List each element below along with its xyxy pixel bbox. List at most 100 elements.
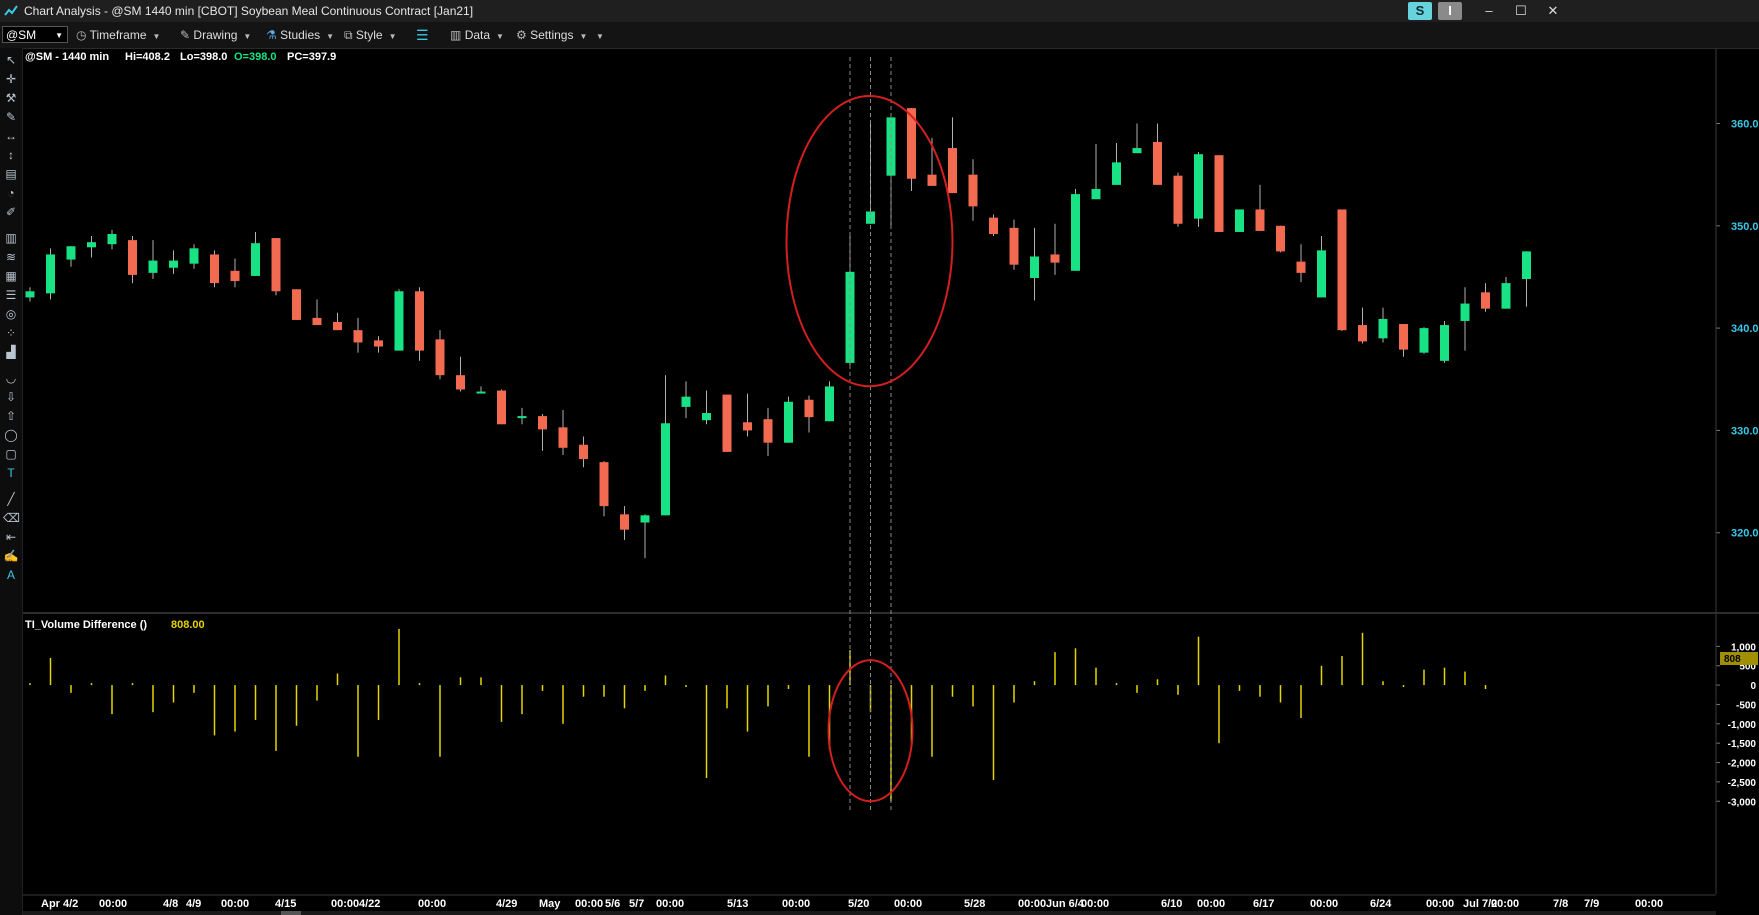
candle-body: [1337, 209, 1347, 331]
select-arrow-icon[interactable]: ↖: [3, 52, 19, 68]
volume-tick-label: -3,000: [1728, 797, 1757, 808]
indicator-value-badge: 808: [1724, 654, 1741, 665]
pencil-icon[interactable]: ✎: [3, 109, 19, 125]
circle-arc-icon[interactable]: ◔: [3, 185, 19, 201]
volume-tick-label: -1,000: [1728, 720, 1757, 731]
magic-pencil-icon[interactable]: ✍: [3, 548, 19, 564]
brush-icon[interactable]: ✐: [3, 204, 19, 220]
horizontal-arrow-icon[interactable]: ↔: [3, 128, 19, 144]
indicator-name-label: TI_Volume Difference (): [25, 619, 147, 631]
candle-body: [1419, 328, 1429, 353]
timeframe-menu[interactable]: ◷ Timeframe ▼: [76, 22, 160, 48]
more-button[interactable]: ▼: [596, 22, 604, 48]
eraser-icon[interactable]: ⌫: [3, 510, 20, 526]
candle-body: [948, 148, 957, 194]
spiral-icon[interactable]: ◎: [3, 306, 19, 322]
left-arrow-icon[interactable]: ⇤: [3, 529, 19, 545]
curve-icon[interactable]: ◡: [3, 370, 19, 386]
settings-menu[interactable]: ⚙ Settings ▼: [516, 22, 587, 48]
wrench-icon[interactable]: ⚒: [3, 90, 19, 106]
candle: [825, 381, 834, 422]
price-prevclose-label: PC=397.9: [287, 51, 336, 63]
time-axis-label: 4/9: [186, 898, 201, 910]
arrow-down-icon[interactable]: ⇩: [3, 389, 19, 405]
candle: [1235, 209, 1244, 232]
candle-body: [1132, 148, 1142, 154]
candle-body: [968, 174, 978, 207]
minimize-button[interactable]: –: [1472, 0, 1506, 22]
dots-icon[interactable]: ⁘: [3, 325, 19, 341]
ellipse-icon[interactable]: ◯: [3, 427, 19, 443]
time-axis-label: 00:00: [1491, 898, 1519, 910]
clock-icon: ◷: [76, 28, 87, 42]
candle-body: [661, 423, 670, 516]
candle-body: [1091, 188, 1101, 200]
candle-body: [1296, 261, 1306, 273]
candle-body: [1255, 209, 1265, 231]
crosshair-icon[interactable]: ✛: [3, 71, 19, 87]
candle-body: [1522, 251, 1531, 280]
candle-body: [1009, 227, 1019, 265]
candle-body: [1399, 324, 1408, 350]
candle-body: [230, 270, 240, 282]
scrollbar-thumb[interactable]: [281, 911, 301, 915]
time-axis-label: 6/10: [1161, 898, 1182, 910]
indicator-value-label: 808.00: [171, 619, 205, 631]
bars-icon[interactable]: ▥: [3, 230, 19, 246]
candle-body: [189, 248, 199, 264]
channel-icon[interactable]: ▤: [3, 166, 19, 182]
layout-button[interactable]: ☰: [416, 22, 429, 48]
time-axis-label: 5/13: [727, 898, 748, 910]
candle-body: [148, 260, 158, 273]
drawing-menu[interactable]: ✎ Drawing ▼: [180, 22, 251, 48]
data-label: Data: [464, 28, 491, 42]
time-axis-label: 7/9: [1584, 898, 1599, 910]
grid-icon[interactable]: ▦: [3, 268, 19, 284]
caret-icon: ▼: [388, 32, 397, 41]
time-axis-label: 4/29: [496, 898, 517, 910]
volume-tick: 0: [1716, 681, 1756, 692]
maximize-button[interactable]: ☐: [1504, 0, 1538, 22]
arrow-up-icon[interactable]: ⇧: [3, 408, 19, 424]
time-axis: Apr 4/2 00:00 4/8 4/9 00:00 4/15 00:00 4/22 00:0…: [23, 894, 1716, 911]
close-button[interactable]: ✕: [1536, 0, 1570, 22]
candle-body: [825, 386, 834, 422]
time-axis-label: Apr 4/2: [41, 898, 78, 910]
candle-body: [292, 289, 301, 320]
symbol-input[interactable]: @SM ▼: [2, 26, 68, 43]
time-axis-label: 5/7: [629, 898, 644, 910]
text-icon[interactable]: T: [3, 465, 19, 481]
s-badge[interactable]: S: [1408, 2, 1432, 20]
chart-area[interactable]: 360.0 350.0 340.0 330.0 320.0 @SM - 1440 min…: [23, 49, 1759, 915]
rectangle-icon[interactable]: ▢: [3, 446, 19, 462]
candle: [1214, 155, 1224, 232]
i-badge[interactable]: I: [1438, 2, 1462, 20]
candle-body: [312, 317, 322, 326]
candle-body: [25, 291, 35, 298]
drawing-label: Drawing: [193, 28, 238, 42]
time-axis-label: 00:00: [575, 898, 603, 910]
horizontal-scrollbar[interactable]: [23, 911, 1716, 915]
style-menu[interactable]: ⧉ Style ▼: [344, 22, 397, 48]
volume-tick: -1,500: [1716, 739, 1756, 750]
candle-body: [1030, 256, 1039, 278]
candle-body: [763, 419, 773, 443]
candle: [1173, 172, 1183, 227]
studies-menu[interactable]: ⚗ Studies ▼: [266, 22, 334, 48]
window-titlebar: Chart Analysis - @SM 1440 min [CBOT] Soy…: [0, 0, 1759, 22]
caret-icon: ▼: [152, 32, 161, 41]
bar-steps-icon[interactable]: ▟: [3, 344, 19, 360]
zigzag-icon[interactable]: ≋: [3, 249, 19, 265]
data-menu[interactable]: ▥ Data ▼: [450, 22, 504, 48]
line-icon[interactable]: ╱: [3, 491, 19, 507]
candle-body: [210, 254, 219, 284]
vertical-arrow-icon[interactable]: ↕: [3, 147, 19, 163]
time-axis-label: 4/8: [163, 898, 178, 910]
time-axis-label: 00:00: [418, 898, 446, 910]
label-icon[interactable]: A: [3, 567, 19, 583]
candle-body: [538, 416, 547, 430]
horizontal-lines-icon[interactable]: ☰: [3, 287, 19, 303]
candle-body: [333, 321, 342, 331]
candle-body: [1214, 155, 1224, 232]
time-axis-label: 00:00: [1426, 898, 1454, 910]
